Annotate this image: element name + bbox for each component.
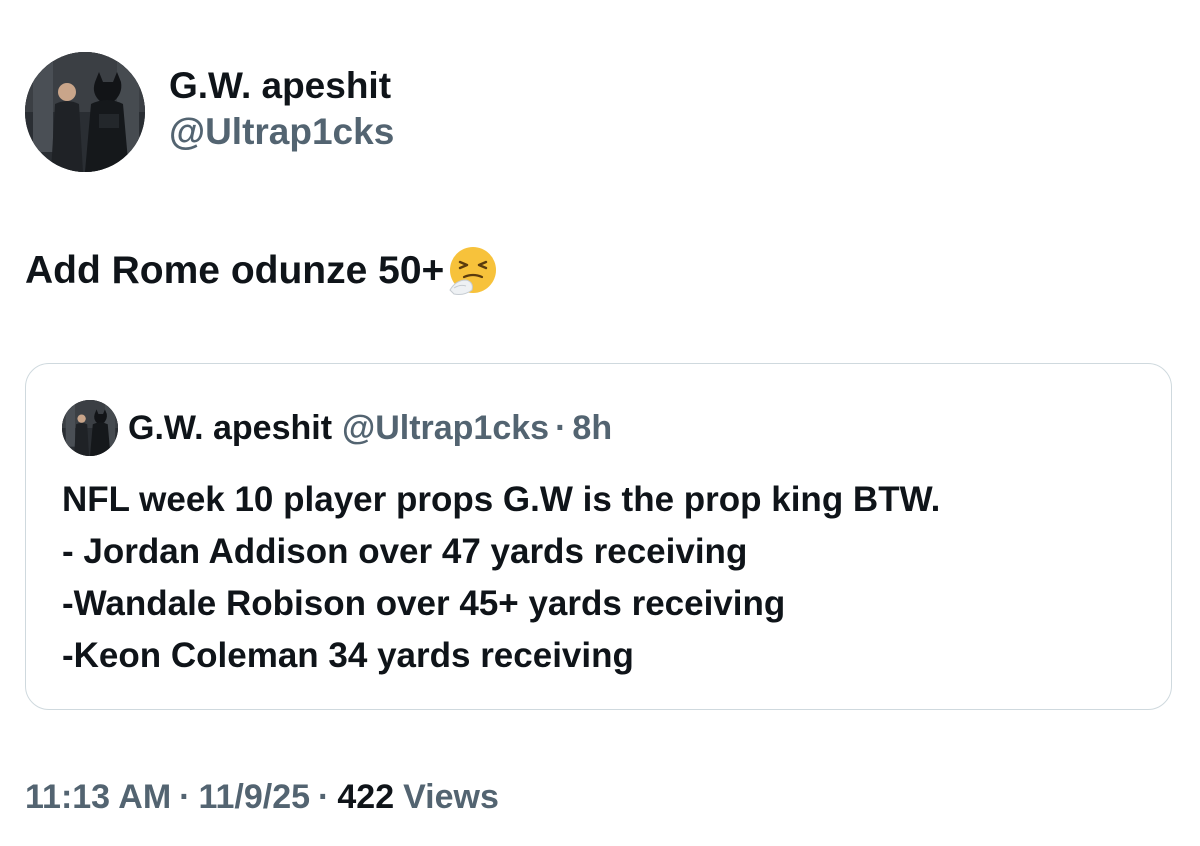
views-count[interactable]: 422 xyxy=(337,778,394,817)
author-handle[interactable]: @Ultrap1cks xyxy=(169,110,394,154)
tweet-header: G.W. apeshit @Ultrap1cks xyxy=(25,52,394,172)
quoted-text-line: - Jordan Addison over 47 yards receiving xyxy=(62,532,748,571)
quoted-handle[interactable]: @Ultrap1cks xyxy=(342,409,549,448)
post-date[interactable]: 11/9/25 xyxy=(198,778,310,817)
tweet-text-content: Add Rome odunze 50+ xyxy=(25,249,445,292)
meta-separator: · xyxy=(179,778,191,816)
author-names: G.W. apeshit @Ultrap1cks xyxy=(169,65,394,154)
meta-separator: · xyxy=(318,778,330,816)
quoted-timestamp[interactable]: 8h xyxy=(572,409,612,448)
avatar-image xyxy=(25,52,145,172)
quoted-avatar-image xyxy=(62,400,118,456)
quoted-tweet-header: G.W. apeshit @Ultrap1cks · 8h xyxy=(62,400,612,456)
quoted-avatar[interactable] xyxy=(62,400,118,456)
quoted-tweet-card[interactable]: G.W. apeshit @Ultrap1cks · 8h NFL week 1… xyxy=(25,363,1172,710)
quoted-text-line: NFL week 10 player props G.W is the prop… xyxy=(62,480,941,519)
quoted-text-line: -Keon Coleman 34 yards receiving xyxy=(62,636,634,675)
quoted-display-name[interactable]: G.W. apeshit xyxy=(128,409,332,448)
tweet: G.W. apeshit @Ultrap1cks Add Rome odunze… xyxy=(0,0,1200,846)
views-label[interactable]: Views xyxy=(403,778,499,817)
tweet-text: Add Rome odunze 50+ xyxy=(25,244,500,298)
sneezing-face-emoji-icon xyxy=(446,244,500,298)
quoted-tweet-text: NFL week 10 player props G.W is the prop… xyxy=(62,474,940,682)
quoted-separator: · xyxy=(555,408,567,447)
tweet-meta: 11:13 AM · 11/9/25 · 422 Views xyxy=(25,778,499,817)
avatar[interactable] xyxy=(25,52,145,172)
author-display-name[interactable]: G.W. apeshit xyxy=(169,64,394,108)
quoted-text-line: -Wandale Robison over 45+ yards receivin… xyxy=(62,584,786,623)
post-time[interactable]: 11:13 AM xyxy=(25,778,171,817)
